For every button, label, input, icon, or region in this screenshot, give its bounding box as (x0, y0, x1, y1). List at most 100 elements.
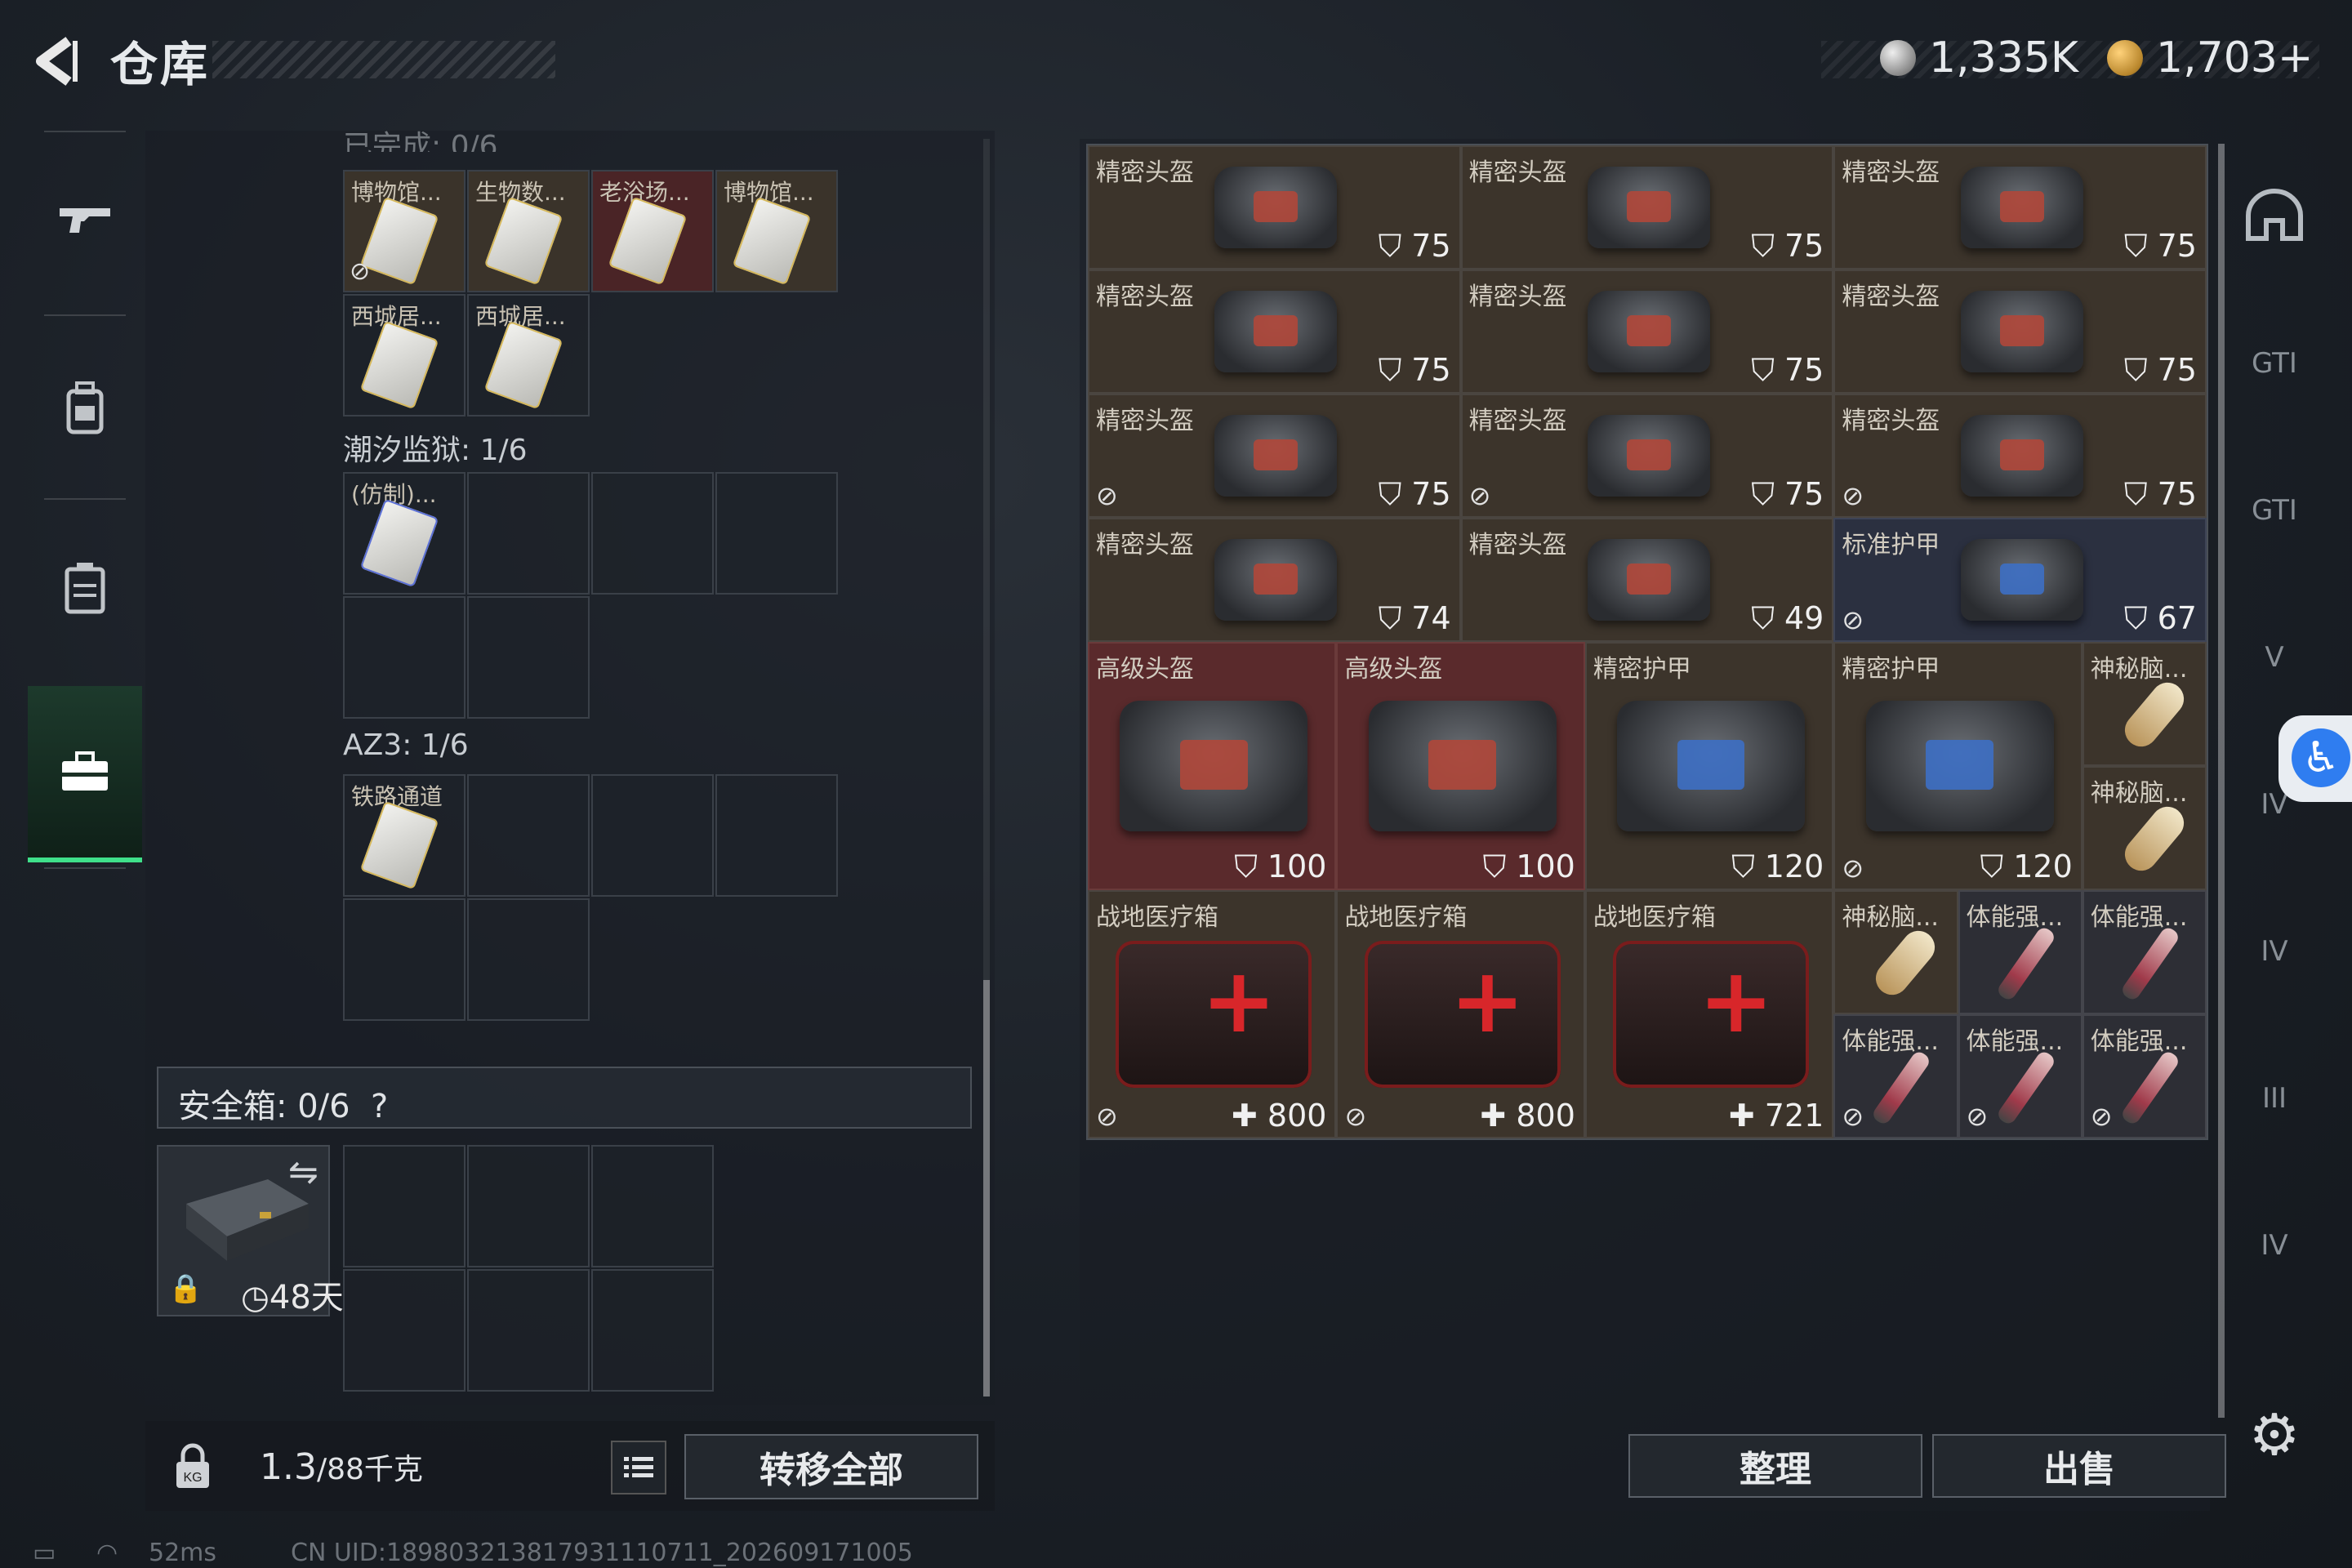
empty-slot[interactable] (591, 1145, 714, 1267)
empty-slot[interactable] (715, 774, 838, 897)
stash-item[interactable]: 战地医疗箱 ✚ 721 (1584, 890, 1834, 1138)
item-name: 神秘脑... (2090, 779, 2188, 808)
no-insure-icon: ⊘ (1468, 480, 1491, 511)
empty-slot[interactable] (343, 1269, 466, 1392)
no-insure-icon: ⊘ (1842, 853, 1864, 884)
battery-icon: ▭ (33, 1539, 56, 1567)
empty-slot[interactable] (467, 774, 590, 897)
item-durability: ⛉ 100 (1482, 849, 1575, 884)
stash-item[interactable]: 精密头盔 ⛉ 75 (1088, 145, 1461, 270)
item-slot[interactable]: 西城居... (343, 294, 466, 416)
swap-icon[interactable]: ⇋ (288, 1152, 318, 1193)
stash-item[interactable]: 战地医疗箱 ✚ 800 ⊘ (1336, 890, 1585, 1138)
nav-vest[interactable] (28, 506, 142, 670)
nav-tier-3[interactable]: III (2230, 1037, 2319, 1160)
empty-slot[interactable] (715, 472, 838, 595)
helmet-icon (1960, 291, 2083, 372)
item-slot[interactable]: 铁路通道 (343, 774, 466, 897)
empty-slot[interactable] (467, 472, 590, 595)
transfer-all-button[interactable]: 转移全部 (684, 1434, 978, 1499)
silver-coin-icon (1880, 40, 1916, 76)
empty-slot[interactable] (467, 596, 590, 719)
medkit-icon (1613, 941, 1810, 1088)
nav-weapons[interactable] (28, 139, 142, 302)
gold-coin-icon (2107, 40, 2143, 76)
helmet-icon (1587, 539, 1710, 621)
empty-slot[interactable] (467, 1145, 590, 1267)
stash-item[interactable]: 精密头盔 ⛉ 75 ⊘ (1460, 394, 1834, 518)
stash-item[interactable]: 精密头盔 ⛉ 49 (1460, 518, 1834, 642)
empty-slot[interactable] (467, 1269, 590, 1392)
weight-lock-icon: KG (168, 1442, 217, 1494)
item-slot[interactable]: (仿制)... (343, 472, 466, 595)
keycard-icon (359, 320, 439, 410)
right-scrollbar[interactable] (2218, 144, 2225, 1418)
stash-item[interactable]: 精密头盔 ⛉ 74 (1088, 518, 1461, 642)
item-slot[interactable]: 博物馆... ⊘ (343, 170, 466, 292)
item-name: 精密头盔 (1842, 158, 1940, 187)
stash-item[interactable]: 体能强... (2082, 890, 2207, 1014)
empty-slot[interactable] (343, 1145, 466, 1267)
nav-case[interactable] (28, 686, 142, 862)
stash-item[interactable]: 精密护甲 ⛉ 120 ⊘ (1833, 642, 2082, 890)
nav-gti-1[interactable]: GTI (2230, 302, 2319, 425)
stash-item[interactable]: 高级头盔 ⛉ 100 (1336, 642, 1585, 890)
stash-item[interactable]: 体能强... (1958, 890, 2082, 1014)
settings-icon[interactable]: ⚙ (2246, 1406, 2303, 1463)
nav-divider (44, 314, 126, 316)
helmet-icon (1587, 415, 1710, 497)
medkit-icon (1116, 941, 1312, 1088)
silver-currency-value: 1,335K (1929, 33, 2078, 82)
list-view-button[interactable] (611, 1441, 666, 1494)
stash-item[interactable]: 精密护甲 ⛉ 120 (1584, 642, 1834, 890)
organize-button[interactable]: 整理 (1628, 1434, 1922, 1498)
stash-item[interactable]: 体能强... ⊘ (1958, 1014, 2082, 1138)
nav-tier-4c[interactable]: IV (2230, 1184, 2319, 1307)
nav-tier-5[interactable]: V (2230, 596, 2319, 719)
stash-item[interactable]: 精密头盔 ⛉ 75 (1833, 145, 2207, 270)
stash-item[interactable]: 标准护甲 ⛉ 67 ⊘ (1833, 518, 2207, 642)
nav-backpack[interactable] (28, 327, 142, 490)
silver-currency[interactable]: 1,335K (1880, 29, 2078, 87)
stash-item[interactable]: 高级头盔 ⛉ 100 (1088, 642, 1337, 890)
sell-button[interactable]: 出售 (1932, 1434, 2226, 1498)
empty-slot[interactable] (591, 472, 714, 595)
stash-item[interactable]: 精密头盔 ⛉ 75 ⊘ (1088, 394, 1461, 518)
item-slot[interactable]: 生物数... (467, 170, 590, 292)
stash-item[interactable]: 体能强... ⊘ (1833, 1014, 1958, 1138)
stash-item[interactable]: 精密头盔 ⛉ 75 (1088, 270, 1461, 394)
empty-slot[interactable] (591, 774, 714, 897)
item-name: 精密头盔 (1096, 531, 1194, 559)
item-durability: ⛉ 75 (1378, 476, 1451, 512)
item-slot[interactable]: 博物馆... (715, 170, 838, 292)
stash-item[interactable]: 神秘脑... (2082, 642, 2207, 766)
empty-slot[interactable] (343, 898, 466, 1021)
item-slot[interactable]: 老浴场... (591, 170, 714, 292)
gold-currency[interactable]: 1,703+ (2107, 29, 2313, 87)
empty-slot[interactable] (467, 898, 590, 1021)
item-durability: ✚ 800 (1480, 1098, 1575, 1134)
nav-helmet[interactable] (2230, 155, 2319, 278)
stash-item[interactable]: 精密头盔 ⛉ 75 (1460, 270, 1834, 394)
item-slot[interactable]: 西城居... (467, 294, 590, 416)
left-scrollbar-thumb[interactable] (983, 980, 990, 1396)
stash-item[interactable]: 神秘脑... (1833, 890, 1958, 1014)
stash-item[interactable]: 神秘脑... (2082, 766, 2207, 890)
syringe-icon (2119, 1049, 2181, 1127)
help-icon[interactable]: ? (371, 1088, 388, 1125)
stash-item[interactable]: 精密头盔 ⛉ 75 (1833, 270, 2207, 394)
armor-icon (1960, 539, 2083, 621)
nav-gti-2[interactable]: GTI (2230, 449, 2319, 572)
stash-item[interactable]: 精密头盔 ⛉ 75 (1460, 145, 1834, 270)
stash-item[interactable]: 战地医疗箱 ✚ 800 ⊘ (1088, 890, 1337, 1138)
stash-item[interactable]: 体能强... ⊘ (2082, 1014, 2207, 1138)
nav-tier-4b[interactable]: IV (2230, 890, 2319, 1013)
helmet-icon (1120, 701, 1308, 831)
stash-item[interactable]: 精密头盔 ⛉ 75 ⊘ (1833, 394, 2207, 518)
item-durability: ⛉ 120 (1731, 849, 1824, 884)
helmet-icon (1587, 167, 1710, 248)
back-button[interactable] (26, 33, 83, 90)
list-icon (624, 1457, 653, 1477)
empty-slot[interactable] (343, 596, 466, 719)
empty-slot[interactable] (591, 1269, 714, 1392)
